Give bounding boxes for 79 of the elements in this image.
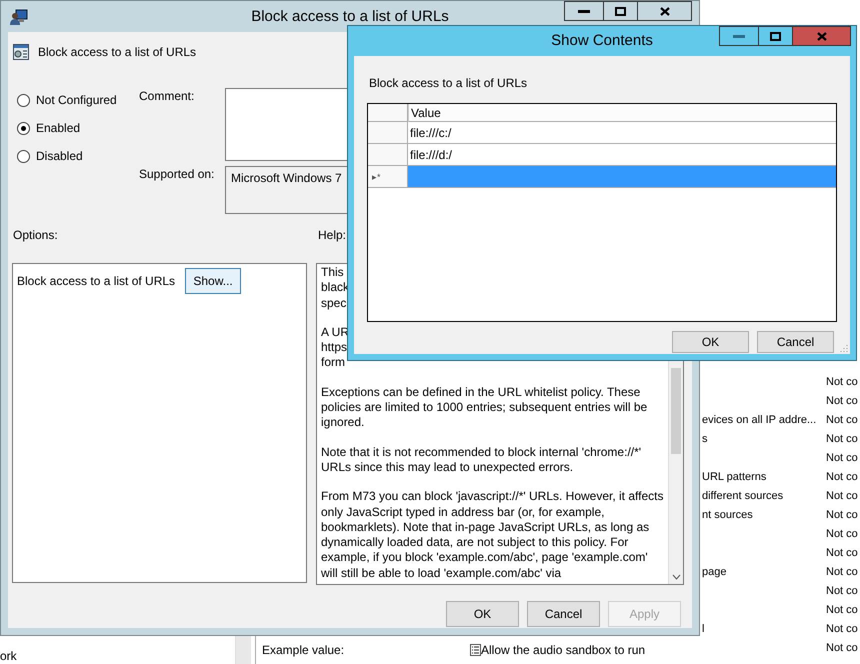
- window-title: Show Contents: [551, 32, 653, 49]
- scrollbar[interactable]: [235, 636, 251, 664]
- setting-state: Not co: [826, 622, 858, 634]
- setting-name: different sources: [702, 490, 784, 502]
- policy-heading: Block access to a list of URLs: [38, 45, 196, 59]
- setting-state: Not co: [826, 432, 858, 444]
- dialog-button[interactable]: Cancel: [527, 601, 600, 627]
- comment-label: Comment:: [139, 88, 196, 105]
- help-text: From M73 you can block 'javascript://*' URLs. However, it affects: [321, 489, 664, 505]
- column-header[interactable]: Value: [408, 104, 836, 122]
- dialog-button[interactable]: Cancel: [757, 331, 834, 353]
- setting-state: Not co: [826, 490, 858, 502]
- table-cell[interactable]: [408, 166, 836, 188]
- help-label: Help:: [318, 228, 346, 242]
- help-text: https: [321, 340, 348, 356]
- example-label: Example value:: [262, 643, 346, 657]
- setting-state: Not co: [826, 604, 858, 616]
- row-header[interactable]: ▸*: [368, 166, 408, 188]
- settings-window-icon: [13, 44, 29, 60]
- options-label: Options:: [12, 228, 59, 242]
- dialog-button[interactable]: OK: [446, 601, 519, 627]
- setting-state: Not co: [826, 566, 858, 578]
- list-heading: Block access to a list of URLs: [369, 76, 528, 90]
- close-icon: [816, 32, 826, 40]
- setting-name: l: [702, 622, 704, 634]
- minimize-icon: [733, 34, 745, 38]
- minimize-icon: [578, 9, 590, 13]
- setting-state: Not co: [826, 452, 858, 464]
- policy-item[interactable]: Allow the audio sandbox to run: [481, 643, 646, 657]
- help-text: Note that it is not recommended to block internal 'chrome://*': [321, 444, 642, 460]
- supported-label: Supported on:: [139, 166, 216, 183]
- setting-state: Not co: [826, 584, 858, 596]
- setting-state: Not co: [826, 394, 858, 406]
- scroll-down-icon: [672, 574, 680, 580]
- setting-name: evices on all IP addre...: [702, 414, 816, 426]
- close-icon: [660, 6, 670, 16]
- setting-name: s: [702, 432, 708, 444]
- help-text: will still be able to load 'example.com/abc' via: [321, 566, 562, 582]
- resize-grip-icon: [840, 344, 848, 352]
- minimize-button[interactable]: [719, 26, 759, 46]
- help-text: form: [321, 355, 346, 371]
- radio-button[interactable]: [17, 94, 30, 106]
- radio-label: Not Configured: [36, 93, 117, 107]
- radio-label: Enabled: [36, 121, 80, 135]
- radio-label: Disabled: [36, 149, 83, 163]
- setting-state: Not co: [826, 528, 858, 540]
- setting-state: Not co: [826, 376, 858, 388]
- computer-user-icon: [10, 8, 28, 26]
- setting-name: page: [702, 566, 726, 578]
- setting-state: Not co: [826, 546, 858, 558]
- list-icon: [470, 644, 481, 656]
- maximize-button[interactable]: [603, 1, 638, 21]
- minimize-button[interactable]: [564, 1, 604, 21]
- setting-name: nt sources: [702, 508, 753, 520]
- window-title: Block access to a list of URLs: [251, 8, 449, 25]
- help-text: spec: [321, 296, 348, 311]
- help-text: only JavaScript typed in address bar (or, for example,: [321, 504, 606, 520]
- help-text: policies are limited to 1000 entries; subsequent entries will be: [321, 400, 648, 416]
- dialog-button[interactable]: OK: [672, 331, 749, 353]
- setting-state: Not co: [826, 642, 858, 654]
- tree-item: ork: [0, 648, 17, 664]
- setting-name: URL patterns: [702, 470, 766, 482]
- close-button[interactable]: [637, 1, 692, 21]
- show-button[interactable]: Show...: [185, 268, 242, 294]
- help-text: This: [321, 265, 345, 280]
- help-text: dynamically loaded data, are not subject to this policy. For: [321, 535, 630, 550]
- radio-button[interactable]: [17, 150, 30, 162]
- setting-state: Not co: [826, 470, 858, 482]
- option-label: Block access to a list of URLs: [17, 273, 176, 288]
- help-text: bookmarklets). Note that in-page JavaScript URLs, as long as: [321, 520, 650, 536]
- help-text: ignored.: [321, 415, 366, 431]
- maximize-icon: [615, 6, 626, 16]
- help-text: Exceptions can be defined in the URL whitelist policy. These: [321, 384, 642, 400]
- help-text: example, if you block 'example.com/abc', page 'example.com': [321, 550, 649, 566]
- setting-state: Not co: [826, 414, 858, 426]
- setting-state: Not co: [826, 508, 858, 520]
- help-text: URLs since this may lead to unexpected errors.: [321, 460, 574, 476]
- maximize-icon: [770, 32, 781, 40]
- radio-button[interactable]: [17, 122, 30, 134]
